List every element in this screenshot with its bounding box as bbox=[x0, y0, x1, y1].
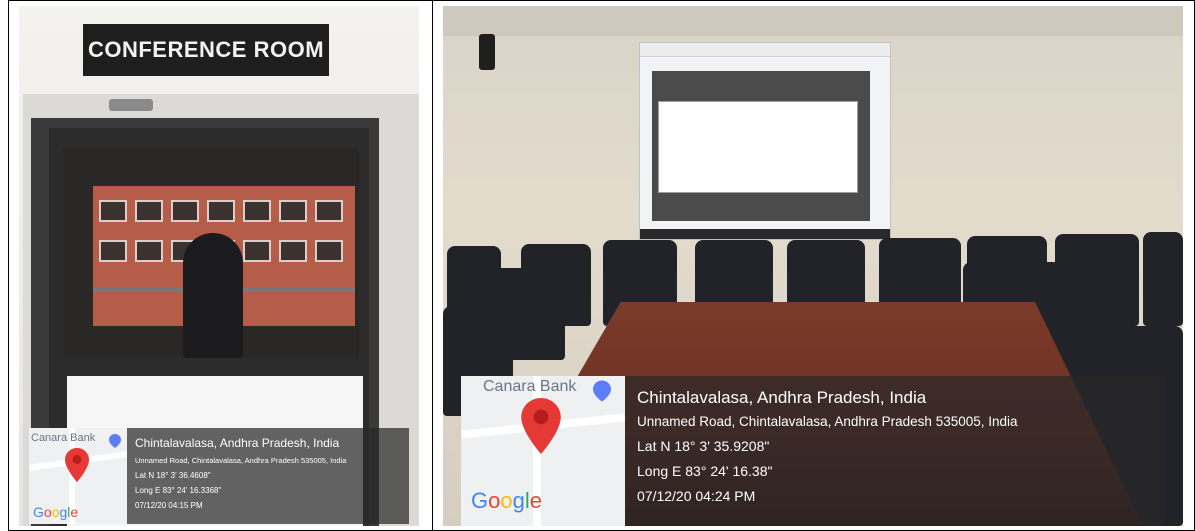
geotag-place: Chintalavalasa, Andhra Pradesh, India bbox=[135, 436, 340, 450]
geotag-latitude: Lat N 18° 3' 36.4608" bbox=[135, 471, 211, 480]
map-thumbnail: Canara Bank Google bbox=[29, 428, 127, 524]
column-divider bbox=[432, 0, 433, 531]
map-label: Canara Bank bbox=[31, 432, 96, 444]
geotag-info-box: Chintalavalasa, Andhra Pradesh, India Un… bbox=[127, 428, 409, 524]
reflected-photographer bbox=[183, 233, 243, 358]
geotag-place: Chintalavalasa, Andhra Pradesh, India bbox=[637, 388, 927, 407]
google-logo: Google bbox=[471, 488, 543, 513]
screen-toolbar bbox=[640, 43, 890, 57]
geotag-address: Unnamed Road, Chintalavalasa, Andhra Pra… bbox=[135, 456, 347, 465]
chair bbox=[1143, 232, 1183, 326]
window-row bbox=[93, 200, 355, 222]
screen-taskbar bbox=[640, 229, 890, 239]
door-closer bbox=[109, 99, 153, 111]
screen-document bbox=[658, 101, 858, 193]
projection-screen bbox=[639, 42, 891, 240]
left-photo-conference-room-door: CONFERENCE ROOM Canara Bank Google Chint… bbox=[19, 6, 419, 526]
map-pin-icon bbox=[65, 448, 89, 482]
map-thumbnail: Canara Bank Google bbox=[461, 376, 625, 526]
photo-table: CONFERENCE ROOM Canara Bank Google Chint… bbox=[0, 0, 1195, 531]
projector-camera bbox=[479, 34, 495, 70]
geotag-longitude: Long E 83° 24' 16.38" bbox=[637, 463, 773, 479]
geotag-longitude: Long E 83° 24' 16.3368" bbox=[135, 486, 222, 495]
bank-marker-icon bbox=[593, 380, 611, 402]
geotag-datetime: 07/12/20 04:24 PM bbox=[637, 488, 756, 504]
map-pin-icon bbox=[521, 398, 561, 454]
geotag-datetime: 07/12/20 04:15 PM bbox=[135, 501, 203, 510]
geotag-address: Unnamed Road, Chintalavalasa, Andhra Pra… bbox=[637, 414, 1018, 429]
geotag-info-box: Chintalavalasa, Andhra Pradesh, India Un… bbox=[625, 376, 1165, 526]
door-glass-reflection bbox=[63, 148, 359, 358]
ceiling bbox=[443, 6, 1183, 36]
right-photo-conference-room-interior: Canara Bank Google Chintalavalasa, Andhr… bbox=[443, 6, 1183, 526]
geotag-latitude: Lat N 18° 3' 35.9208" bbox=[637, 438, 770, 454]
google-logo: Google bbox=[33, 504, 79, 520]
bank-marker-icon bbox=[109, 434, 121, 448]
map-label: Canara Bank bbox=[483, 378, 577, 395]
conference-room-sign: CONFERENCE ROOM bbox=[83, 24, 329, 76]
